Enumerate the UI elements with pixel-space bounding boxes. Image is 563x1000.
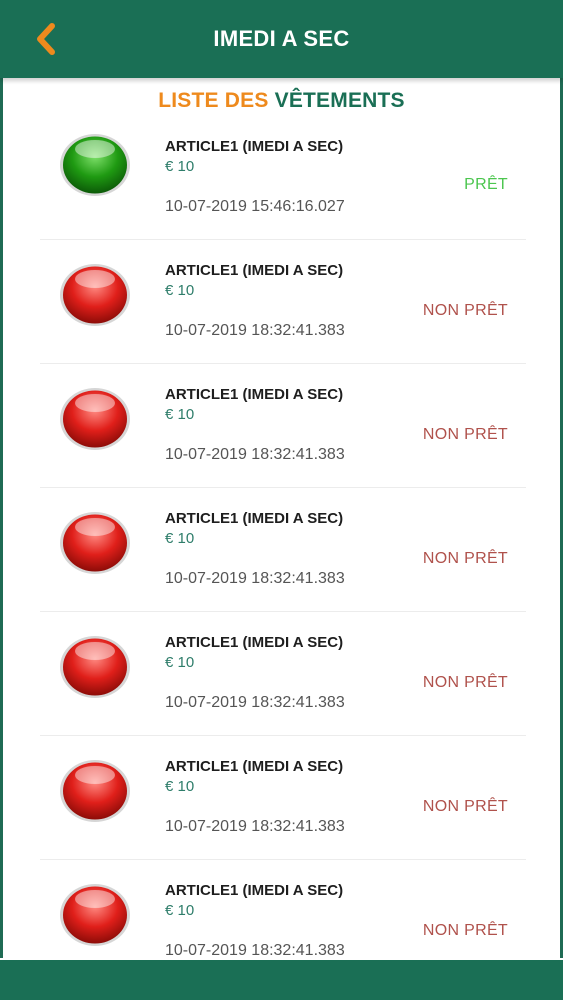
- item-status: NON PRÊT: [422, 674, 508, 691]
- item-price: € 10: [165, 158, 195, 175]
- list-item[interactable]: ARTICLE1 (IMEDI A SEC) € 10 10-07-2019 18:…: [40, 860, 526, 960]
- item-status: NON PRÊT: [422, 550, 508, 567]
- item-name: ARTICLE1 (IMEDI A SEC): [165, 510, 344, 527]
- item-date: 10-07-2019 18:32:41.383: [165, 322, 345, 339]
- item-price: € 10: [165, 530, 195, 547]
- list-item[interactable]: ARTICLE1 (IMEDI A SEC) € 10 10-07-2019 18:…: [40, 240, 526, 364]
- red-status-icon: [60, 760, 130, 822]
- item-status: NON PRÊT: [422, 922, 508, 939]
- item-price: € 10: [165, 902, 195, 919]
- red-status-icon: [60, 636, 130, 698]
- item-price: € 10: [165, 654, 195, 671]
- item-price: € 10: [165, 406, 195, 423]
- red-status-icon: [60, 884, 130, 946]
- item-date: 10-07-2019 15:46:16.027: [165, 198, 345, 215]
- item-date: 10-07-2019 18:32:41.383: [165, 818, 345, 835]
- item-status: NON PRÊT: [422, 798, 508, 815]
- list-item[interactable]: ARTICLE1 (IMEDI A SEC) € 10 10-07-2019 18:…: [40, 364, 526, 488]
- section-title: LISTE DES VÊTEMENTS: [0, 89, 563, 113]
- section-title-part2: VÊTEMENTS: [274, 89, 405, 112]
- item-name: ARTICLE1 (IMEDI A SEC): [165, 386, 344, 403]
- item-price: € 10: [165, 282, 195, 299]
- red-status-icon: [60, 512, 130, 574]
- list-item[interactable]: ARTICLE1 (IMEDI A SEC) € 10 10-07-2019 15:…: [40, 116, 526, 240]
- green-status-icon: [60, 134, 130, 196]
- item-status: NON PRÊT: [422, 302, 508, 319]
- red-status-icon: [60, 388, 130, 450]
- item-status: NON PRÊT: [422, 426, 508, 443]
- item-name: ARTICLE1 (IMEDI A SEC): [165, 138, 344, 155]
- bottom-bar: [0, 960, 563, 1000]
- app-bar: IMEDI A SEC: [0, 0, 563, 78]
- item-date: 10-07-2019 18:32:41.383: [165, 694, 345, 711]
- garment-list: ARTICLE1 (IMEDI A SEC) € 10 10-07-2019 15:…: [40, 116, 526, 960]
- item-date: 10-07-2019 18:32:41.383: [165, 446, 345, 463]
- item-status: PRÊT: [464, 176, 508, 193]
- list-item[interactable]: ARTICLE1 (IMEDI A SEC) € 10 10-07-2019 18:…: [40, 488, 526, 612]
- item-name: ARTICLE1 (IMEDI A SEC): [165, 758, 344, 775]
- red-status-icon: [60, 264, 130, 326]
- section-title-part1: LISTE DES: [158, 89, 269, 112]
- item-name: ARTICLE1 (IMEDI A SEC): [165, 882, 344, 899]
- item-price: € 10: [165, 778, 195, 795]
- list-item[interactable]: ARTICLE1 (IMEDI A SEC) € 10 10-07-2019 18:…: [40, 736, 526, 860]
- item-date: 10-07-2019 18:32:41.383: [165, 570, 345, 587]
- left-edge: [0, 78, 3, 958]
- list-item[interactable]: ARTICLE1 (IMEDI A SEC) € 10 10-07-2019 18:…: [40, 612, 526, 736]
- app-title: IMEDI A SEC: [213, 26, 350, 51]
- item-name: ARTICLE1 (IMEDI A SEC): [165, 262, 344, 279]
- item-name: ARTICLE1 (IMEDI A SEC): [165, 634, 344, 651]
- item-date: 10-07-2019 18:32:41.383: [165, 942, 345, 959]
